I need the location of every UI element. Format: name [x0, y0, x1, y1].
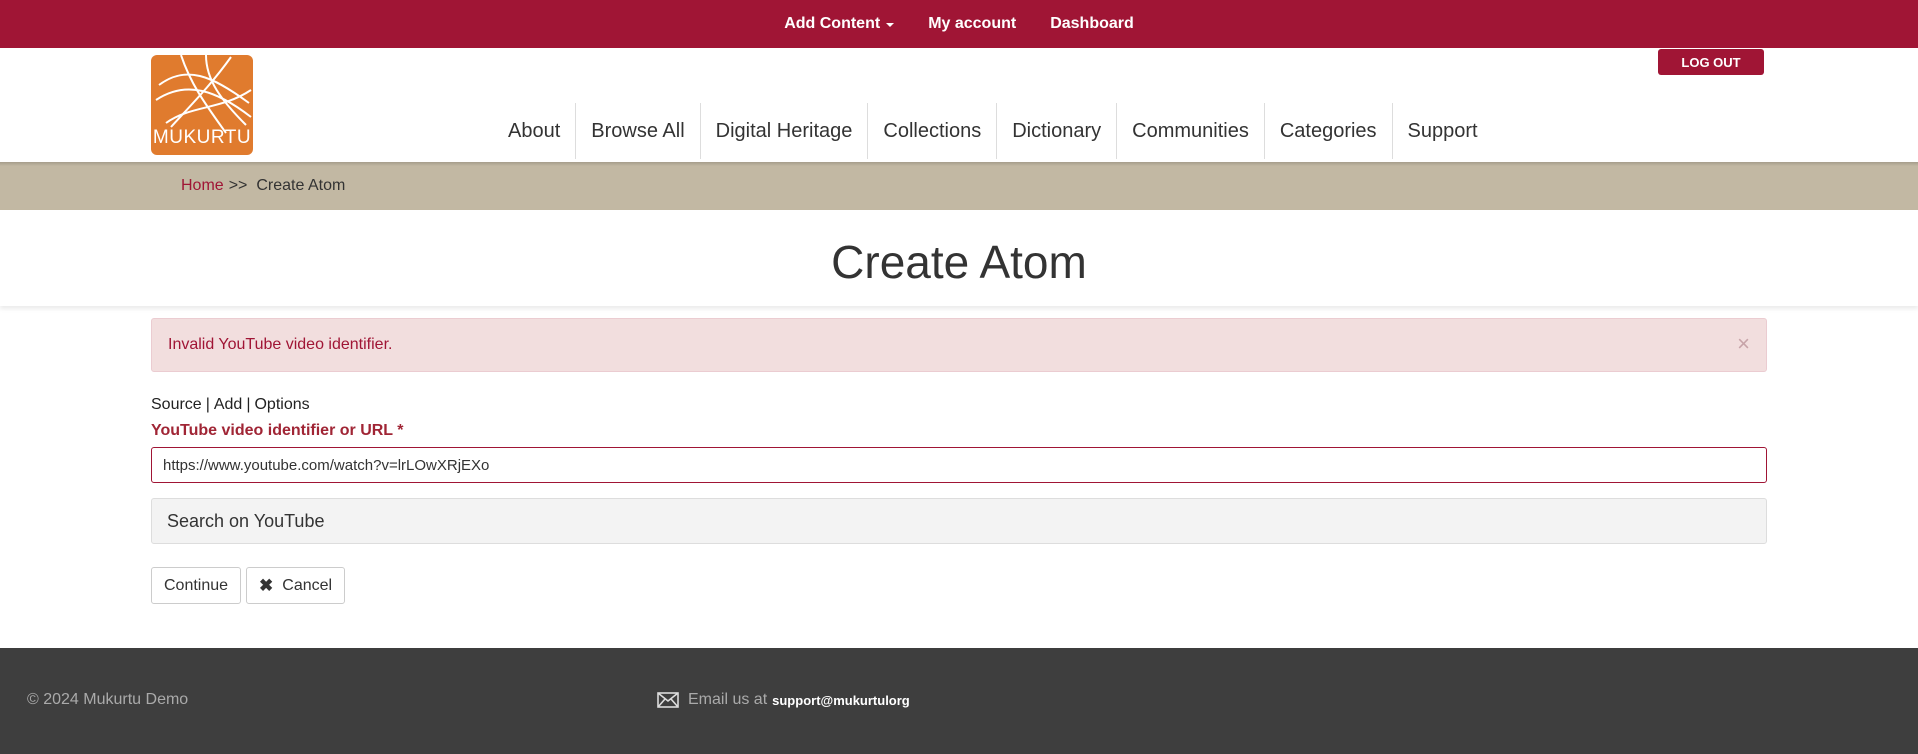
nav-item-digital-heritage[interactable]: Digital Heritage: [699, 103, 868, 159]
alert-message: Invalid YouTube video identifier.: [168, 336, 393, 353]
main-content: Invalid YouTube video identifier. × Sour…: [0, 306, 1918, 604]
nav-item-about[interactable]: About: [493, 103, 575, 159]
error-alert: Invalid YouTube video identifier. ×: [151, 318, 1767, 372]
breadcrumb: Home >> Create Atom: [0, 162, 1918, 210]
site-footer: © 2024 Mukurtu Demo Email us at support@…: [0, 648, 1918, 754]
search-youtube-panel[interactable]: Search on YouTube: [151, 498, 1767, 544]
admin-toolbar: Add Content My account Dashboard: [0, 0, 1918, 48]
breadcrumb-home-link[interactable]: Home: [181, 177, 224, 195]
title-band: Create Atom: [0, 210, 1918, 306]
tab-source[interactable]: Source: [151, 396, 202, 413]
nav-item-categories[interactable]: Categories: [1263, 103, 1392, 159]
nav-item-browse-all[interactable]: Browse All: [575, 103, 699, 159]
tab-options[interactable]: Options: [254, 396, 309, 413]
youtube-id-input[interactable]: [151, 447, 1767, 483]
tab-divider: |: [205, 396, 210, 413]
copyright-text: © 2024 Mukurtu Demo: [27, 691, 189, 708]
nav-item-communities[interactable]: Communities: [1116, 103, 1264, 159]
dashboard-link[interactable]: Dashboard: [1050, 15, 1134, 33]
main-nav: About Browse All Digital Heritage Collec…: [493, 103, 1493, 159]
site-logo[interactable]: MUKURTU: [151, 55, 253, 155]
mail-icon: [657, 692, 679, 708]
form-actions: Continue ✖ Cancel: [151, 567, 1767, 604]
nav-item-dictionary[interactable]: Dictionary: [996, 103, 1116, 159]
step-tabs: Source | Add | Options: [151, 396, 1767, 414]
add-content-label: Add Content: [784, 15, 881, 32]
add-content-menu[interactable]: Add Content: [784, 15, 895, 33]
logo-text: MUKURTU: [152, 127, 252, 148]
breadcrumb-separator: >>: [228, 177, 248, 194]
nav-item-collections[interactable]: Collections: [867, 103, 996, 159]
nav-item-support[interactable]: Support: [1391, 103, 1493, 159]
close-icon: ✖: [259, 575, 274, 595]
continue-button[interactable]: Continue: [151, 567, 242, 604]
page-title: Create Atom: [831, 236, 1087, 288]
tab-divider: |: [246, 396, 251, 413]
youtube-id-label: YouTube video identifier or URL *: [151, 422, 404, 439]
support-email-link[interactable]: support@mukurtulorg: [772, 693, 910, 708]
caret-down-icon: [886, 23, 895, 27]
cancel-label: Cancel: [282, 576, 333, 594]
logout-button[interactable]: LOG OUT: [1658, 49, 1764, 75]
footer-email: Email us at support@mukurtulorg: [657, 691, 910, 709]
site-header: MUKURTU LOG OUT About Browse All Digital…: [0, 48, 1918, 166]
breadcrumb-current: Create Atom: [256, 177, 346, 194]
my-account-link[interactable]: My account: [928, 15, 1016, 33]
header-shadow: [0, 162, 1918, 166]
close-icon[interactable]: ×: [1737, 333, 1750, 355]
cancel-button[interactable]: ✖ Cancel: [246, 567, 346, 604]
tab-add[interactable]: Add: [214, 396, 242, 413]
email-prefix: Email us at: [688, 691, 768, 708]
